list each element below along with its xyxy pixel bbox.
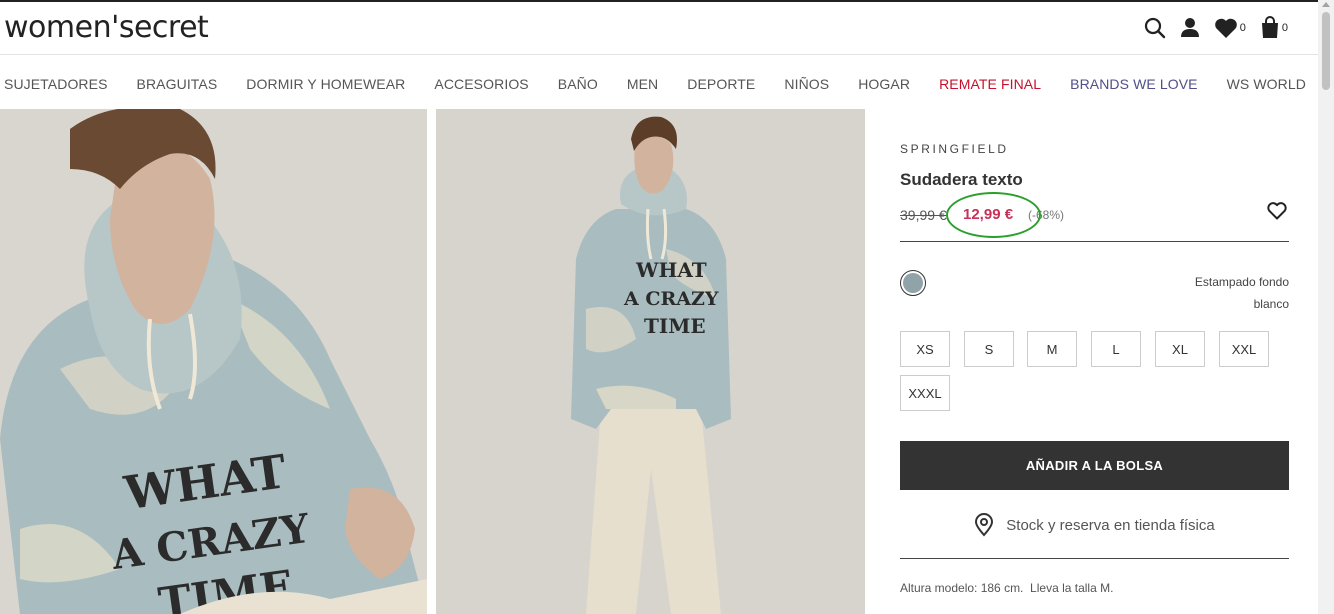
nav-item-dormir-homewear[interactable]: DORMIR Y HOMEWEAR bbox=[246, 76, 405, 92]
divider bbox=[900, 558, 1289, 559]
nav-item-sujetadores[interactable]: SUJETADORES bbox=[4, 76, 108, 92]
wishlist-button[interactable]: 0 bbox=[1214, 17, 1246, 39]
store-stock-link[interactable]: Stock y reserva en tienda física bbox=[900, 512, 1289, 538]
size-option[interactable]: XXXL bbox=[900, 375, 950, 411]
size-option[interactable]: XS bbox=[900, 331, 950, 367]
search-button[interactable] bbox=[1144, 17, 1166, 39]
add-to-bag-button[interactable]: AÑADIR A LA BOLSA bbox=[900, 441, 1289, 490]
nav-item-accesorios[interactable]: ACCESORIOS bbox=[434, 76, 528, 92]
heart-outline-icon bbox=[1267, 202, 1287, 220]
size-option[interactable]: XXL bbox=[1219, 331, 1269, 367]
main-nav: SUJETADORES BRAGUITAS DORMIR Y HOMEWEAR … bbox=[0, 55, 1318, 109]
svg-text:A CRAZY: A CRAZY bbox=[623, 288, 719, 310]
nav-item-men[interactable]: MEN bbox=[627, 76, 658, 92]
nav-item-braguitas[interactable]: BRAGUITAS bbox=[137, 76, 218, 92]
nav-item-hogar[interactable]: HOGAR bbox=[858, 76, 910, 92]
add-to-wishlist-button[interactable] bbox=[1267, 202, 1287, 225]
color-name: Estampado fondo blanco bbox=[1194, 275, 1289, 311]
product-image-1[interactable]: WHAT A CRAZY TIME bbox=[0, 109, 427, 614]
product-image-2[interactable]: WHAT A CRAZY TIME bbox=[436, 109, 865, 614]
price-highlight-circle bbox=[946, 192, 1041, 238]
header-icons: 0 0 bbox=[1144, 16, 1288, 40]
user-icon bbox=[1180, 18, 1199, 37]
price-row: 39,99 € 12,99 € (-68%) bbox=[900, 192, 1289, 238]
logo[interactable]: women'secret bbox=[4, 10, 209, 45]
bag-icon bbox=[1261, 16, 1278, 38]
nav-item-remate-final[interactable]: REMATE FINAL bbox=[939, 76, 1041, 92]
size-option[interactable]: M bbox=[1027, 331, 1077, 367]
page-scrollbar[interactable] bbox=[1318, 0, 1334, 614]
model-info: Altura modelo: 186 cm. Lleva la talla M. bbox=[900, 581, 1114, 595]
size-option[interactable]: XL bbox=[1155, 331, 1205, 367]
original-price: 39,99 € bbox=[900, 207, 947, 223]
svg-text:TIME: TIME bbox=[644, 314, 706, 338]
cart-button[interactable]: 0 bbox=[1260, 16, 1288, 40]
location-pin-icon bbox=[975, 513, 994, 537]
site-header: women'secret 0 0 bbox=[0, 2, 1318, 55]
nav-item-ws-world[interactable]: WS WORLD bbox=[1227, 76, 1306, 92]
product-name: Sudadera texto bbox=[900, 170, 1023, 189]
wishlist-count: 0 bbox=[1239, 22, 1246, 34]
nav-item-deporte[interactable]: DEPORTE bbox=[687, 76, 755, 92]
color-swatch[interactable] bbox=[900, 270, 926, 296]
nav-item-ninos[interactable]: NIÑOS bbox=[784, 76, 829, 92]
store-stock-label: Stock y reserva en tienda física bbox=[1006, 516, 1215, 534]
cart-count: 0 bbox=[1281, 22, 1288, 34]
heart-icon bbox=[1214, 18, 1237, 38]
scrollbar-thumb[interactable] bbox=[1322, 12, 1330, 90]
nav-item-brands-we-love[interactable]: BRANDS WE LOVE bbox=[1070, 76, 1197, 92]
divider bbox=[900, 241, 1289, 242]
search-icon bbox=[1144, 17, 1165, 39]
swatch-fill bbox=[903, 273, 923, 293]
product-photo-full: WHAT A CRAZY TIME bbox=[436, 109, 865, 614]
svg-text:WHAT: WHAT bbox=[635, 258, 707, 282]
product-brand: SPRINGFIELD bbox=[900, 142, 1009, 156]
size-option[interactable]: L bbox=[1091, 331, 1141, 367]
account-button[interactable] bbox=[1180, 17, 1200, 39]
nav-item-bano[interactable]: BAÑO bbox=[558, 76, 598, 92]
scroll-up-arrow[interactable] bbox=[1322, 2, 1330, 7]
product-photo-closeup: WHAT A CRAZY TIME bbox=[0, 109, 427, 614]
size-option[interactable]: S bbox=[964, 331, 1014, 367]
